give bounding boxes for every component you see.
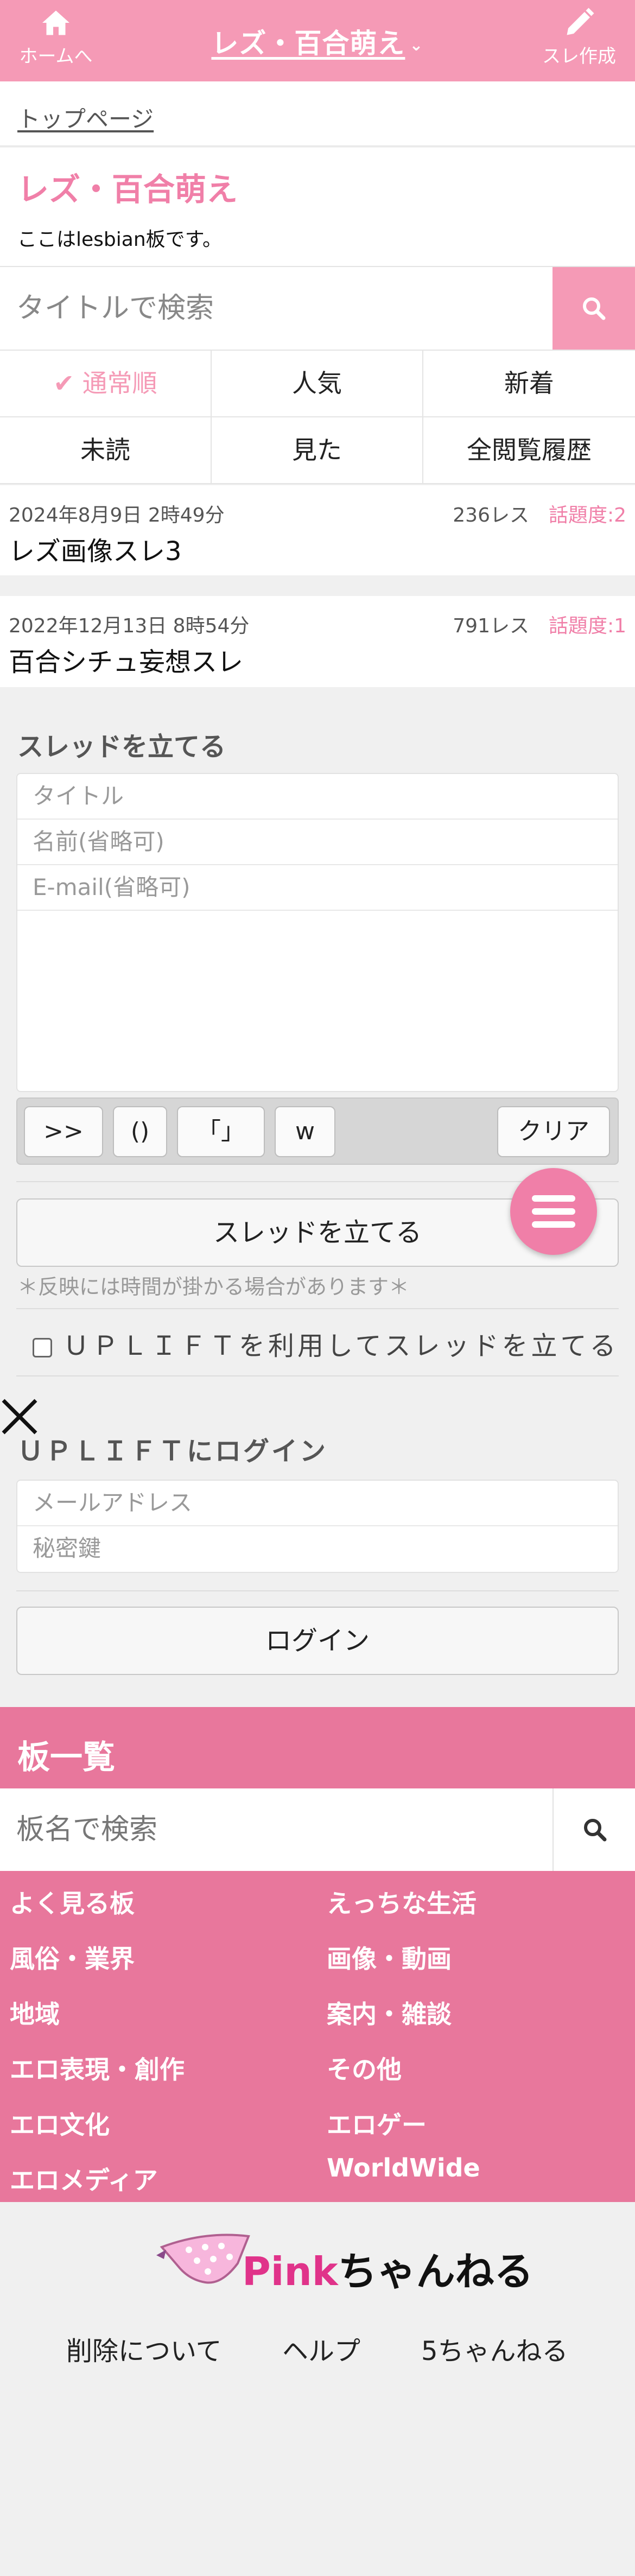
board-categories: よく見る板 えっちな生活 風俗・業界 画像・動画 地域 案内・雑談 エロ表現・創… [0, 1871, 635, 2202]
thread-title-input[interactable]: タイトル [17, 774, 618, 820]
new-thread-button[interactable]: スレ作成 [538, 7, 620, 77]
board-list-heading: 板一覧 [17, 1739, 115, 1776]
board-header: レズ・百合萌え ここはlesbian板です。 [0, 148, 635, 266]
divider [16, 1308, 619, 1309]
thread-title: 百合シチュ妄想スレ [9, 647, 244, 677]
chevron-down-icon: ⌄ [409, 36, 424, 55]
menu-fab-button[interactable] [510, 1168, 597, 1255]
uplift-checkbox-label: ＵＰＬＩＦＴを利用してスレッドを立てる [63, 1331, 619, 1361]
thread-form-fields: タイトル 名前(省略可) E-mail(省略可) [16, 773, 619, 1092]
board-description: ここはlesbian板です。 [17, 229, 223, 251]
pink-channel-logo[interactable]: Pinkちゃんねる [156, 2220, 534, 2296]
brackets-button[interactable]: 「」 [177, 1106, 265, 1157]
search-icon [583, 297, 606, 320]
thread-email-input[interactable]: E-mail(省略可) [17, 865, 618, 911]
uplift-login-fields: メールアドレス 秘密鍵 [16, 1480, 619, 1573]
tab-label: 新着 [504, 369, 554, 398]
tab-all-history[interactable]: 全閲覧履歴 [423, 417, 635, 484]
thread-list-item[interactable]: 2024年8月9日 2時49分 236レス 話題度:2 レズ画像スレ3 [0, 485, 635, 575]
footer-link-deletion[interactable]: 削除について [66, 2330, 222, 2368]
parentheses-button[interactable]: () [113, 1106, 167, 1157]
thread-name-input[interactable]: 名前(省略可) [17, 820, 618, 865]
thread-title: レズ画像スレ3 [9, 536, 182, 567]
board-selector-label: レズ・百合萌え [211, 28, 405, 59]
divider [16, 1590, 619, 1591]
menu-icon [532, 1208, 575, 1215]
category-link[interactable]: 画像・動画 [327, 1939, 452, 1975]
thread-search-input[interactable]: タイトルで検索 [0, 267, 553, 350]
tab-popular[interactable]: 人気 [212, 351, 423, 417]
uplift-login-heading: ＵＰＬＩＦＴにログイン [17, 1436, 328, 1467]
email-field[interactable]: メールアドレス [17, 1481, 618, 1526]
board-search: 板名で検索 [0, 1788, 635, 1871]
tab-label: 全閲覧履歴 [467, 435, 592, 465]
thread-search-button[interactable] [553, 267, 635, 350]
category-link[interactable]: えっちな生活 [327, 1884, 477, 1920]
category-link[interactable]: エロゲー [327, 2105, 427, 2141]
uplift-checkbox[interactable] [33, 1338, 52, 1357]
tab-viewed[interactable]: 見た [212, 417, 423, 484]
sort-tabs: ✔ 通常順 人気 新着 未読 見た 全閲覧履歴 [0, 351, 635, 484]
thread-search: タイトルで検索 [0, 266, 635, 351]
category-link[interactable]: エロ表現・創作 [10, 2050, 185, 2086]
logo-text-channel: ちゃんねる [338, 2249, 534, 2294]
category-link[interactable]: エロメディア [10, 2161, 158, 2197]
thread-heat: 話題度:1 [548, 615, 626, 637]
text-tool-bar: >> () 「」 w クリア [16, 1097, 619, 1165]
board-search-button[interactable] [553, 1788, 635, 1871]
board-search-input[interactable]: 板名で検索 [0, 1788, 553, 1871]
tab-newest[interactable]: 新着 [423, 351, 635, 417]
tab-label: 見た [292, 435, 342, 465]
thread-date: 2024年8月9日 2時49分 [9, 504, 225, 526]
thread-date: 2022年12月13日 8時54分 [9, 615, 250, 637]
board-list-header: 板一覧 [0, 1707, 635, 1788]
footer-link-5ch[interactable]: 5ちゃんねる [421, 2330, 568, 2368]
page-title: レズ・百合萌え [17, 171, 238, 208]
category-link[interactable]: WorldWide [327, 2153, 480, 2182]
logo-text: Pinkちゃんねる [242, 2239, 534, 2296]
secret-key-field[interactable]: 秘密鍵 [17, 1526, 618, 1572]
quote-anchor-button[interactable]: >> [24, 1106, 103, 1157]
panties-logo-icon [156, 2234, 250, 2284]
category-link[interactable]: 地域 [10, 1995, 60, 2031]
tab-label: 通常順 [82, 369, 157, 398]
category-link[interactable]: 案内・雑談 [327, 1995, 452, 2031]
category-link[interactable]: エロ文化 [10, 2105, 110, 2141]
breadcrumb: トップページ [0, 81, 635, 147]
login-button[interactable]: ログイン [16, 1607, 619, 1675]
thread-body-textarea[interactable] [17, 911, 618, 1091]
footer-link-help[interactable]: ヘルプ [282, 2330, 360, 2368]
w-button[interactable]: w [275, 1106, 335, 1157]
uplift-checkbox-row[interactable]: ＵＰＬＩＦＴを利用してスレッドを立てる [33, 1324, 619, 1362]
new-thread-label: スレ作成 [542, 46, 616, 67]
tab-label: 人気 [292, 369, 342, 398]
top-navigation-bar: ホームへ レズ・百合萌え ⌄ スレ作成 [0, 0, 635, 81]
divider [16, 1375, 619, 1376]
breadcrumb-top-link[interactable]: トップページ [17, 101, 154, 134]
menu-icon [532, 1221, 575, 1228]
tab-normal-order[interactable]: ✔ 通常順 [0, 351, 212, 417]
pencil-icon [567, 8, 594, 35]
category-link[interactable]: その他 [327, 2050, 402, 2086]
thread-heat: 話題度:2 [548, 504, 626, 526]
tab-unread[interactable]: 未読 [0, 417, 212, 484]
logo-text-pink: Pink [242, 2249, 338, 2294]
check-icon: ✔ [53, 369, 74, 398]
search-icon [584, 1819, 607, 1842]
thread-form-heading: スレッドを立てる [17, 732, 226, 762]
thread-list-item[interactable]: 2022年12月13日 8時54分 791レス 話題度:1 百合シチュ妄想スレ [0, 596, 635, 687]
category-link[interactable]: よく見る板 [10, 1884, 135, 1920]
menu-icon [532, 1195, 575, 1202]
tab-label: 未読 [80, 435, 130, 465]
thread-res-count: 236レス [453, 504, 529, 526]
reflection-note: ＊反映には時間が掛かる場合があります＊ [17, 1275, 410, 1299]
clear-button[interactable]: クリア [497, 1106, 610, 1157]
category-link[interactable]: 風俗・業界 [10, 1939, 135, 1975]
thread-res-count: 791レス [453, 615, 529, 637]
